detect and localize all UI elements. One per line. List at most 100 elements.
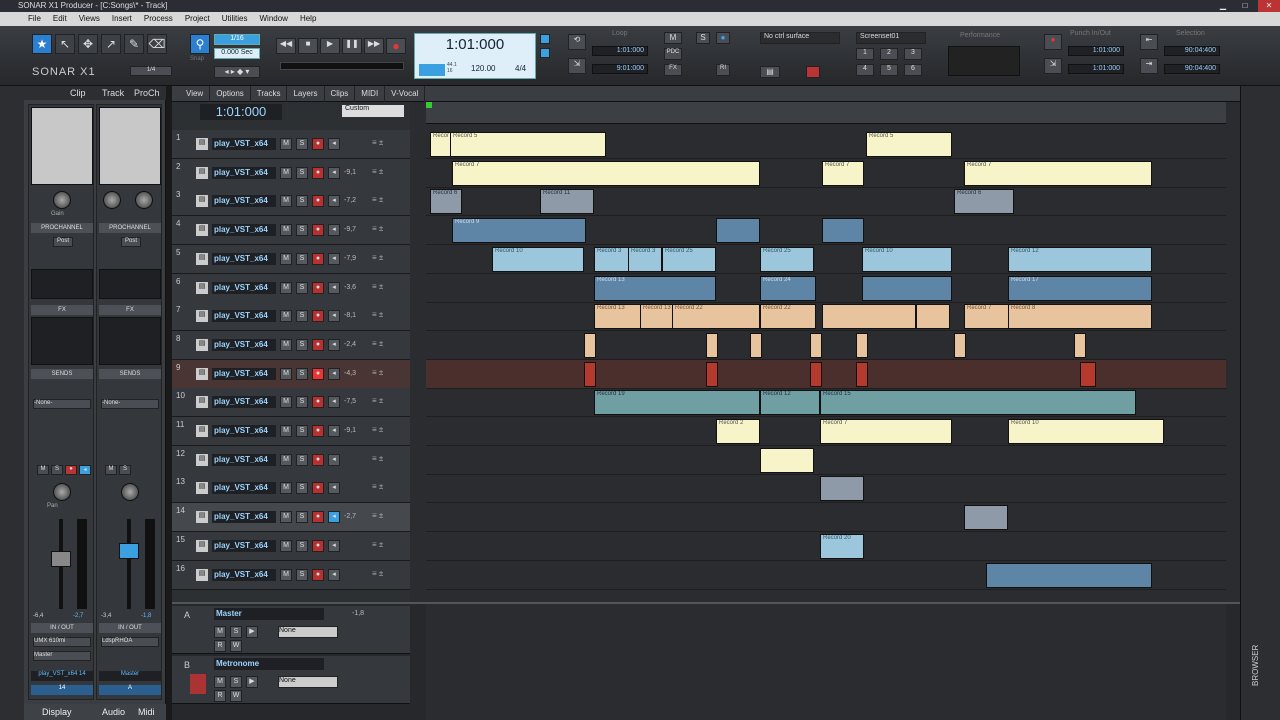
track-icon[interactable]: ▤: [196, 138, 208, 150]
fx-bypass-button[interactable]: FX: [664, 64, 682, 76]
audio-clip[interactable]: [856, 332, 868, 358]
clip-lane[interactable]: [426, 561, 1226, 590]
clip-lane[interactable]: Record 2 Record 7 Record 10: [426, 417, 1226, 446]
clip-lane[interactable]: [426, 503, 1226, 533]
bus-vol-master[interactable]: -1,8: [352, 610, 364, 617]
bus-mute-master[interactable]: M: [214, 626, 226, 638]
track-name[interactable]: play_VST_x64: [212, 166, 276, 179]
ctrl-surface-icon[interactable]: ▤: [760, 66, 780, 78]
arm-left[interactable]: ●: [65, 465, 77, 475]
arm-record-button[interactable]: ●: [312, 396, 324, 409]
solo-button[interactable]: S: [296, 539, 308, 552]
audio-clip[interactable]: [1074, 332, 1086, 358]
clip-lane[interactable]: Record 9: [426, 216, 1226, 246]
solo-button[interactable]: S: [296, 453, 308, 466]
mix-record-button[interactable]: ●: [716, 32, 730, 44]
audio-clip[interactable]: Record 11: [540, 189, 594, 215]
audio-clip[interactable]: Record 17: [1008, 275, 1152, 301]
solo-left[interactable]: S: [51, 465, 63, 475]
screenset-5[interactable]: 5: [880, 64, 898, 76]
arm-record-button[interactable]: ●: [312, 482, 324, 495]
track-icon[interactable]: ▤: [196, 166, 208, 179]
track-volume[interactable]: -3,6: [344, 284, 356, 291]
input-echo-button[interactable]: ◂: [328, 425, 340, 437]
track-name[interactable]: play_VST_x64: [212, 396, 276, 409]
audio-clip[interactable]: Record 6: [430, 189, 462, 215]
clip-lane[interactable]: Record 10 Record 3 Record 3 Record 25 Record…: [426, 245, 1226, 274]
bus-read-metronome[interactable]: R: [214, 690, 226, 702]
ctrl-surface-select[interactable]: No ctrl surface: [760, 32, 840, 44]
tab-audio[interactable]: Audio: [102, 707, 125, 717]
track-volume[interactable]: -7,5: [344, 398, 356, 405]
audio-clip[interactable]: [820, 476, 864, 502]
bus-output-metronome[interactable]: None: [278, 676, 338, 688]
arm-record-button[interactable]: ●: [312, 252, 324, 265]
bus-row-metronome[interactable]: B Metronome M S ▶ None R W: [172, 656, 410, 704]
audio-clip[interactable]: [856, 361, 868, 387]
track-menu-icon[interactable]: ≡ ±: [372, 138, 383, 147]
track-row[interactable]: 11 ▤ play_VST_x64 M S ● ◂ -9,1 ≡ ±: [172, 417, 410, 446]
solo-right[interactable]: S: [119, 465, 131, 475]
send-select-right[interactable]: -None-: [101, 399, 159, 409]
track-icon[interactable]: ▤: [196, 511, 208, 524]
clip-lane[interactable]: [426, 446, 1226, 475]
tv-menu-clips[interactable]: Clips: [325, 86, 356, 102]
track-row[interactable]: 5 ▤ play_VST_x64 M S ● ◂ -7,9 ≡ ±: [172, 244, 410, 274]
track-volume[interactable]: -2,4: [344, 341, 356, 348]
strip-track-name[interactable]: play_VST_x64 14: [31, 671, 93, 681]
strip-bus-name[interactable]: Master: [99, 671, 161, 681]
track-icon[interactable]: ▤: [196, 396, 208, 409]
edit-tool-icon[interactable]: ↗: [101, 34, 121, 54]
punch-out[interactable]: 1:01:000: [1068, 64, 1124, 74]
inspector-tab-proch[interactable]: ProCh: [134, 88, 160, 98]
track-volume[interactable]: -7,9: [344, 255, 356, 262]
erase-tool-icon[interactable]: ⌫: [147, 34, 167, 54]
clip-lane[interactable]: [426, 474, 1226, 504]
audio-clip[interactable]: [706, 361, 718, 387]
audio-clip[interactable]: [706, 332, 718, 358]
mute-button[interactable]: M: [280, 396, 292, 409]
input-echo-button[interactable]: ◂: [328, 511, 340, 524]
audio-clip[interactable]: Record 6: [954, 189, 1014, 215]
track-row[interactable]: 14 ▤ play_VST_x64 M S ● ◂ -2,7 ≡ ±: [172, 503, 410, 533]
zoom-preset-select[interactable]: Custom: [342, 105, 404, 117]
clip-lane[interactable]: Recor Record 5 Record 5: [426, 130, 1226, 159]
audio-clip[interactable]: Record 2: [716, 419, 760, 444]
audio-clip[interactable]: Record 24: [760, 275, 816, 301]
track-name[interactable]: play_VST_x64: [212, 539, 276, 552]
post-button-right[interactable]: Post: [121, 237, 141, 247]
pan-knob-right-top[interactable]: [135, 191, 153, 209]
track-volume[interactable]: -9,7: [344, 226, 356, 233]
inspector-tab-track[interactable]: Track: [102, 88, 124, 98]
audio-clip[interactable]: [862, 275, 952, 301]
track-row[interactable]: 3 ▤ play_VST_x64 M S ● ◂ -7,2 ≡ ±: [172, 187, 410, 217]
mix-s-button[interactable]: S: [696, 32, 710, 44]
track-menu-icon[interactable]: ≡ ±: [372, 454, 383, 463]
track-name[interactable]: play_VST_x64: [212, 138, 276, 150]
solo-button[interactable]: S: [296, 310, 308, 323]
mute-button[interactable]: M: [280, 338, 292, 351]
audio-clip[interactable]: Record 9: [452, 218, 586, 244]
track-icon[interactable]: ▤: [196, 224, 208, 237]
selection-start[interactable]: 90:04:400: [1164, 46, 1220, 56]
browser-tab[interactable]: BROWSER: [1251, 645, 1260, 686]
audio-clip[interactable]: [964, 505, 1008, 531]
tab-midi[interactable]: Midi: [138, 707, 155, 717]
solo-button[interactable]: S: [296, 511, 308, 524]
track-volume[interactable]: -2,7: [344, 513, 356, 520]
audio-clip[interactable]: Record 15: [820, 390, 1136, 416]
send-select-left[interactable]: -None-: [33, 399, 91, 409]
track-row[interactable]: 8 ▤ play_VST_x64 M S ● ◂ -2,4 ≡ ±: [172, 330, 410, 360]
draw-tool-icon[interactable]: ✎: [124, 34, 144, 54]
mute-button[interactable]: M: [280, 195, 292, 208]
mute-button[interactable]: M: [280, 166, 292, 179]
arm-record-button[interactable]: ●: [312, 367, 324, 380]
track-menu-icon[interactable]: ≡ ±: [372, 425, 383, 434]
tab-display[interactable]: Display: [42, 707, 72, 717]
audio-clip[interactable]: Recor: [430, 132, 452, 157]
audio-clip[interactable]: Record 25: [662, 246, 716, 272]
track-icon[interactable]: ▤: [196, 367, 208, 380]
track-name[interactable]: play_VST_x64: [212, 453, 276, 466]
track-name[interactable]: play_VST_x64: [212, 252, 276, 265]
input-echo-button[interactable]: ◂: [328, 338, 340, 351]
